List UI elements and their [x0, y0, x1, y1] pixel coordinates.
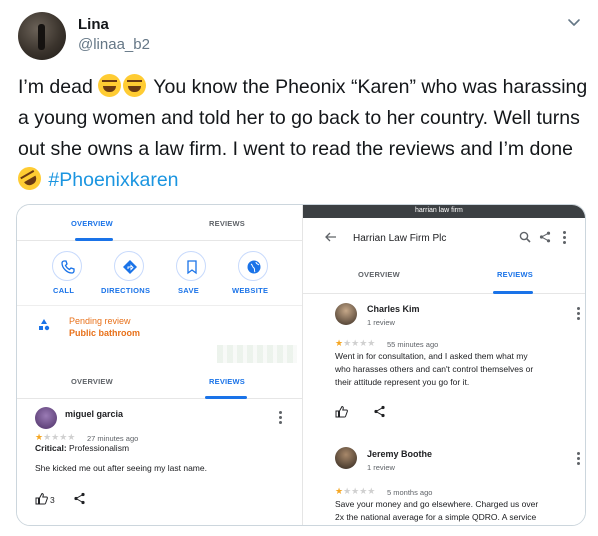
tab-reviews[interactable]: REVIEWS: [497, 270, 533, 279]
more-vert-icon[interactable]: [279, 411, 282, 424]
critical-label: Critical:: [35, 443, 67, 453]
bottom-tabs: OVERVIEW REVIEWS: [17, 363, 305, 399]
globe-icon: [247, 260, 261, 274]
review-body-line: Went in for consultation, and I asked th…: [335, 351, 528, 361]
tab-overview-2[interactable]: OVERVIEW: [71, 377, 113, 386]
share-icon[interactable]: [73, 492, 86, 505]
star-rating: ★★★★★: [335, 486, 376, 496]
review-body-line: their attitude represent you go for it.: [335, 377, 470, 387]
tab-overview[interactable]: OVERVIEW: [71, 219, 113, 228]
reviewer-count: 1 review: [367, 318, 395, 327]
top-tabs: OVERVIEW REVIEWS: [17, 205, 305, 241]
search-icon[interactable]: [519, 231, 531, 243]
tweet-text: I’m dead You know the Pheonix “Karen” wh…: [13, 72, 588, 196]
save-label: SAVE: [178, 286, 200, 295]
avatar[interactable]: [35, 407, 57, 429]
rolling-on-floor-laughing-emoji: [13, 162, 46, 195]
review-body-line: 2x the national average for a simple QDR…: [335, 512, 537, 522]
review-body-line: Save your money and go elsewhere. Charge…: [335, 499, 539, 509]
tab-underline: [493, 291, 533, 294]
review-body: She kicked me out after seeing my last n…: [35, 463, 207, 473]
tab-underline-2: [205, 396, 247, 399]
reviewer-name[interactable]: miguel garcia: [65, 409, 123, 419]
avatar[interactable]: [18, 12, 66, 60]
avatar[interactable]: [335, 303, 357, 325]
thumbs-up-icon[interactable]: [335, 405, 348, 418]
directions-icon: [123, 260, 137, 274]
reviewer-count: 1 review: [367, 463, 395, 472]
shapes-icon: [39, 319, 50, 331]
directions-label: DIRECTIONS: [101, 286, 151, 295]
tab-reviews-2[interactable]: REVIEWS: [209, 377, 245, 386]
review-body-line: who harasses others and can't control th…: [335, 364, 534, 374]
faded-map-strip: [217, 345, 297, 363]
right-screenshot: harrian law firm Harrian Law Firm Plc OV…: [302, 205, 585, 525]
reviewer-name[interactable]: Jeremy Boothe: [367, 449, 432, 459]
phone-icon: [61, 260, 75, 274]
call-label: CALL: [53, 286, 75, 295]
url-text: harrian law firm: [415, 207, 463, 214]
tab-overview[interactable]: OVERVIEW: [358, 270, 400, 279]
app-header: Harrian Law Firm Plc: [303, 218, 585, 256]
url-bar[interactable]: harrian law firm: [303, 205, 585, 218]
critical-value: Professionalism: [69, 443, 130, 453]
like-count: 3: [50, 495, 55, 505]
directions-button[interactable]: [114, 251, 144, 281]
tweet-media[interactable]: OVERVIEW REVIEWS CALL DIRECTIONS SAVE WE…: [16, 204, 586, 526]
star-rating: ★★★★★: [335, 338, 376, 348]
review-card: miguel garcia ★★★★★ 27 minutes ago Criti…: [17, 401, 305, 525]
pending-review-row[interactable]: Pending review Public bathroom: [17, 305, 305, 345]
firm-tabs: OVERVIEW REVIEWS: [303, 256, 585, 294]
face-with-tears-of-joy-emoji: [98, 74, 122, 97]
user-handle[interactable]: @linaa_b2: [78, 36, 150, 53]
review-time: 5 months ago: [387, 488, 433, 497]
display-name[interactable]: Lina: [78, 16, 109, 33]
critical-line: Critical: Professionalism: [35, 442, 129, 455]
left-screenshot: OVERVIEW REVIEWS CALL DIRECTIONS SAVE WE…: [17, 205, 305, 525]
more-vert-icon[interactable]: [577, 307, 580, 320]
review-time: 55 minutes ago: [387, 340, 439, 349]
firm-name: Harrian Law Firm Plc: [353, 233, 447, 244]
website-button[interactable]: [238, 251, 268, 281]
bookmark-icon: [187, 260, 197, 275]
share-icon[interactable]: [373, 405, 386, 418]
tab-reviews[interactable]: REVIEWS: [209, 219, 245, 228]
chevron-down-icon[interactable]: [566, 14, 582, 30]
thumbs-up-icon[interactable]: [35, 492, 48, 505]
tweet-text-part1: I’m dead: [18, 76, 99, 98]
share-icon[interactable]: [539, 231, 551, 243]
website-label: WEBSITE: [232, 286, 269, 295]
more-vert-icon[interactable]: [577, 452, 580, 465]
pending-label: Pending review: [69, 316, 131, 326]
reviewer-name[interactable]: Charles Kim: [367, 304, 420, 314]
action-row: CALL DIRECTIONS SAVE WEBSITE: [17, 245, 305, 301]
face-with-tears-of-joy-emoji: [123, 74, 147, 97]
pending-value: Public bathroom: [69, 328, 141, 338]
back-arrow-icon[interactable]: [325, 232, 337, 242]
hashtag-link[interactable]: #Phoenixkaren: [48, 169, 178, 191]
call-button[interactable]: [52, 251, 82, 281]
avatar[interactable]: [335, 447, 357, 469]
more-vert-icon[interactable]: [563, 231, 566, 244]
tab-underline: [75, 238, 113, 241]
save-button[interactable]: [176, 251, 206, 281]
